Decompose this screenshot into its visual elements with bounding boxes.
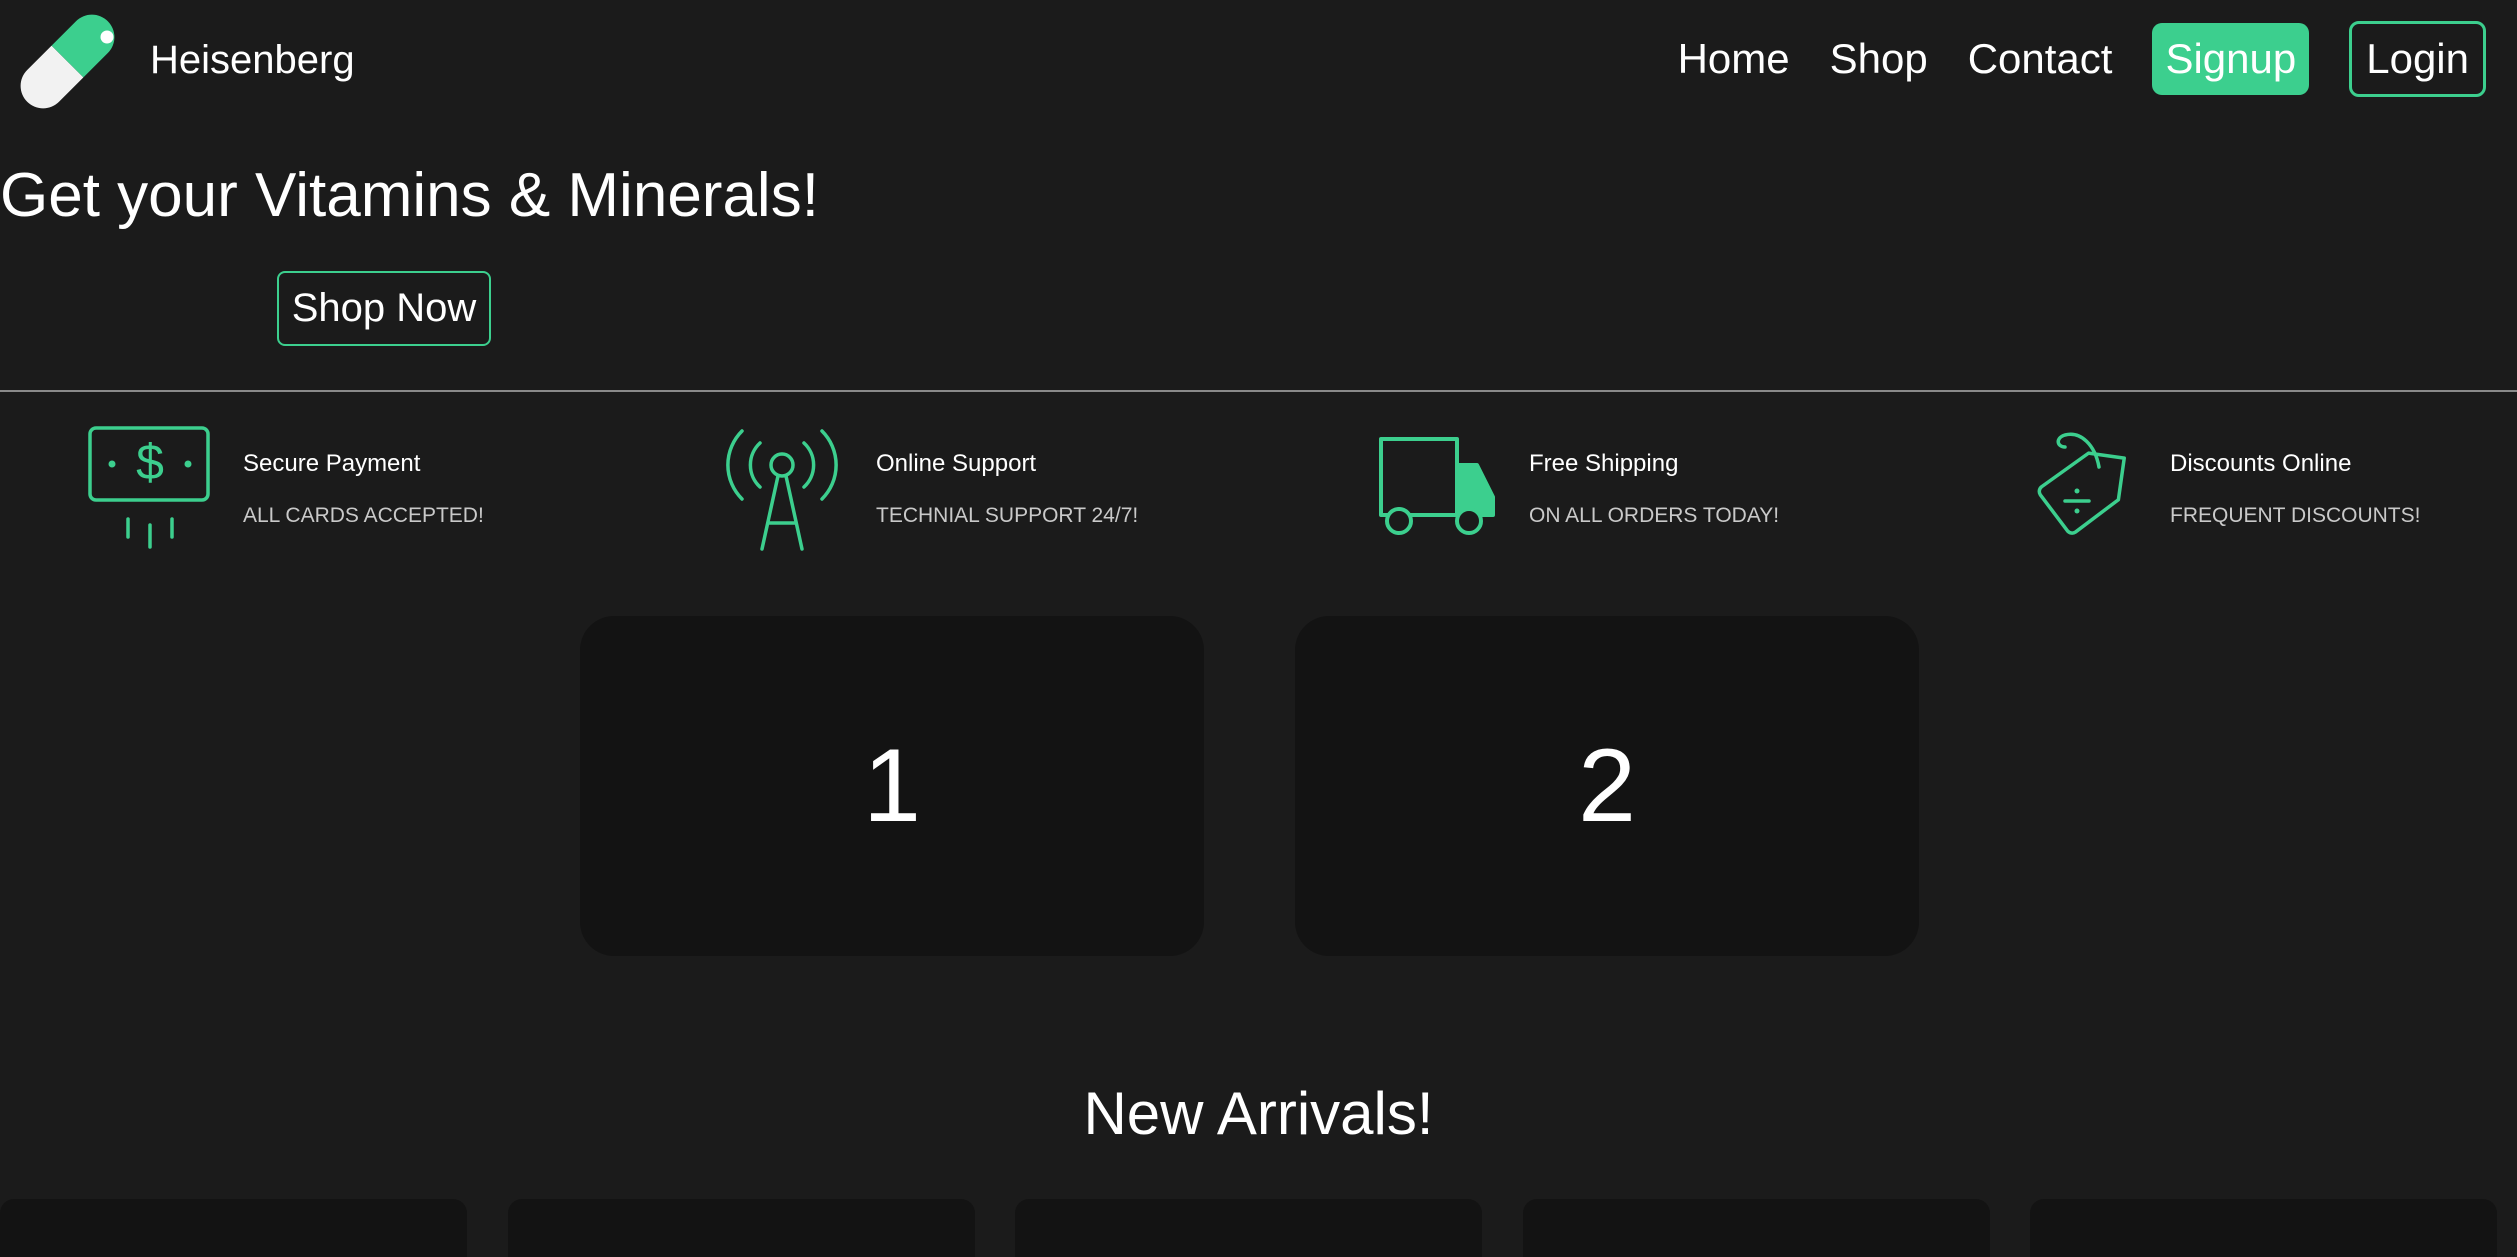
product-card[interactable] bbox=[1523, 1199, 1990, 1257]
feature-title: Free Shipping bbox=[1529, 450, 1679, 477]
slide-card-1[interactable]: 1 bbox=[580, 616, 1204, 956]
product-card[interactable] bbox=[1015, 1199, 1482, 1257]
product-card[interactable] bbox=[508, 1199, 975, 1257]
feature-title: Online Support bbox=[876, 450, 1037, 477]
signup-button[interactable]: Signup bbox=[2152, 23, 2310, 95]
feature-secure-payment: $ Secure Payment ALL CARDS ACCEPTED! bbox=[88, 425, 508, 555]
pill-logo-icon[interactable] bbox=[10, 4, 125, 119]
nav-contact-link[interactable]: Contact bbox=[1968, 21, 2113, 97]
antenna-tower-icon bbox=[726, 429, 838, 551]
feature-free-shipping: Free Shipping ON ALL ORDERS TODAY! bbox=[1375, 425, 1795, 555]
price-tag-icon bbox=[2037, 432, 2126, 535]
page: Heisenberg Home Shop Contact Signup Logi… bbox=[0, 0, 2517, 1257]
product-card[interactable] bbox=[0, 1199, 467, 1257]
shop-now-button[interactable]: Shop Now bbox=[277, 271, 491, 346]
main-nav: Home Shop Contact Signup Login bbox=[1678, 21, 2486, 97]
feature-title: Secure Payment bbox=[243, 450, 421, 477]
section-divider bbox=[0, 390, 2517, 392]
feature-subtitle: TECHNIAL SUPPORT 24/7! bbox=[876, 504, 1139, 527]
product-card[interactable] bbox=[2030, 1199, 2497, 1257]
money-icon: $ bbox=[88, 426, 210, 549]
feature-subtitle: ON ALL ORDERS TODAY! bbox=[1529, 504, 1780, 527]
nav-shop-link[interactable]: Shop bbox=[1830, 21, 1928, 97]
login-button[interactable]: Login bbox=[2349, 21, 2486, 97]
feature-subtitle: FREQUENT DISCOUNTS! bbox=[2170, 504, 2421, 527]
feature-online-support: Online Support TECHNIAL SUPPORT 24/7! bbox=[720, 425, 1150, 555]
brand-name[interactable]: Heisenberg bbox=[150, 36, 355, 84]
nav-home-link[interactable]: Home bbox=[1678, 21, 1790, 97]
truck-icon bbox=[1379, 437, 1495, 535]
hero-title: Get your Vitamins & Minerals! bbox=[0, 161, 819, 230]
svg-text:$: $ bbox=[136, 434, 164, 490]
feature-discounts-online: Discounts Online FREQUENT DISCOUNTS! bbox=[2025, 425, 2445, 555]
feature-subtitle: ALL CARDS ACCEPTED! bbox=[243, 504, 484, 527]
new-arrivals-title: New Arrivals! bbox=[1083, 1080, 1434, 1147]
slide-card-2[interactable]: 2 bbox=[1295, 616, 1919, 956]
feature-title: Discounts Online bbox=[2170, 450, 2352, 477]
